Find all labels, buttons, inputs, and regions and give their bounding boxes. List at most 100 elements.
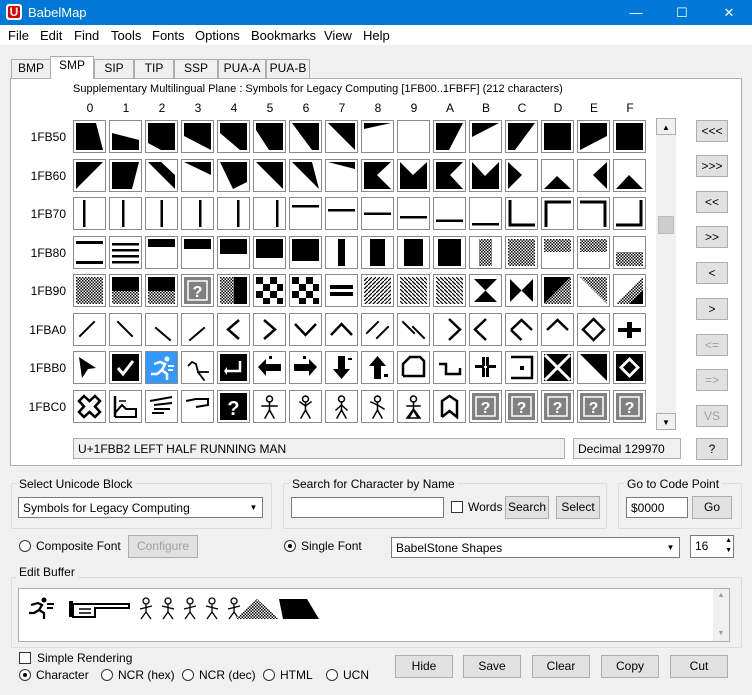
- grid-scrollbar[interactable]: ▲ ▼: [656, 118, 676, 430]
- char-cell-1FB77[interactable]: [325, 197, 358, 230]
- variation-selector-button[interactable]: VS: [696, 405, 728, 427]
- minimize-icon[interactable]: —: [613, 0, 659, 25]
- char-cell-1FB50[interactable]: [73, 120, 106, 153]
- tab-pua-b[interactable]: PUA-B: [266, 59, 310, 78]
- copy-button[interactable]: Copy: [601, 655, 659, 678]
- char-cell-1FB80[interactable]: [73, 235, 106, 269]
- tab-smp[interactable]: SMP: [50, 56, 94, 79]
- prev-bookmark-button[interactable]: <=: [696, 334, 728, 356]
- char-cell-1FBA2[interactable]: [145, 312, 178, 346]
- char-cell-1FB84[interactable]: [217, 235, 250, 269]
- tab-pua-a[interactable]: PUA-A: [218, 59, 266, 78]
- char-cell-1FBAF[interactable]: [613, 312, 646, 346]
- char-cell-1FB94[interactable]: [217, 274, 250, 307]
- char-cell-1FB66[interactable]: [289, 158, 322, 192]
- edit-buffer-scrollbar[interactable]: ▲ ▼: [713, 589, 729, 641]
- char-cell-1FBA4[interactable]: [217, 312, 250, 346]
- scroll-down-icon[interactable]: ▼: [713, 627, 729, 641]
- char-cell-1FB5B[interactable]: [469, 120, 502, 153]
- format-html-radio[interactable]: [263, 669, 275, 681]
- char-cell-1FBA7[interactable]: [325, 312, 358, 346]
- char-cell-1FBBA[interactable]: [433, 351, 466, 384]
- char-cell-1FBBD[interactable]: [541, 351, 574, 384]
- char-cell-1FBA5[interactable]: [253, 312, 286, 346]
- next-block-button[interactable]: >>: [696, 226, 728, 248]
- menu-file[interactable]: File: [8, 28, 29, 43]
- char-cell-1FB85[interactable]: [253, 235, 286, 269]
- search-button[interactable]: Search: [505, 496, 549, 519]
- char-cell-1FB5F[interactable]: [613, 120, 646, 153]
- char-cell-1FBAA[interactable]: [433, 312, 466, 346]
- char-cell-1FB98[interactable]: [361, 274, 394, 307]
- save-button[interactable]: Save: [463, 655, 521, 678]
- char-cell-1FBB6[interactable]: [289, 351, 322, 384]
- char-cell-1FBB2[interactable]: [145, 351, 178, 384]
- char-cell-1FB5A[interactable]: [433, 120, 466, 153]
- char-cell-1FBBB[interactable]: [469, 351, 502, 384]
- char-cell-1FB9C[interactable]: [505, 274, 538, 307]
- font-size-spinner[interactable]: 16 ▲ ▼: [690, 535, 734, 558]
- char-cell-1FBC1[interactable]: [109, 389, 142, 423]
- menu-edit[interactable]: Edit: [40, 28, 62, 43]
- char-cell-1FB7E[interactable]: [577, 197, 610, 230]
- char-cell-1FB60[interactable]: [73, 158, 106, 192]
- char-cell-1FBAD[interactable]: [541, 312, 574, 346]
- char-cell-1FB56[interactable]: [289, 120, 322, 153]
- font-select[interactable]: BabelStone Shapes ▼: [391, 537, 680, 558]
- char-cell-1FB81[interactable]: [109, 235, 142, 269]
- char-cell-1FB63[interactable]: [181, 158, 214, 192]
- go-button[interactable]: Go: [692, 496, 732, 519]
- cut-button[interactable]: Cut: [670, 655, 728, 678]
- words-checkbox[interactable]: [451, 501, 463, 513]
- format-ucn-radio[interactable]: [326, 669, 338, 681]
- char-cell-1FB6A[interactable]: [433, 158, 466, 192]
- next-char-button[interactable]: >: [696, 298, 728, 320]
- hide-button[interactable]: Hide: [395, 655, 453, 678]
- block-select[interactable]: Symbols for Legacy Computing ▼: [18, 497, 263, 518]
- spin-down-icon[interactable]: ▼: [725, 546, 732, 556]
- char-cell-1FB73[interactable]: [181, 197, 214, 230]
- menu-bookmarks[interactable]: Bookmarks: [251, 28, 316, 43]
- char-cell-1FB7A[interactable]: [433, 197, 466, 230]
- char-cell-1FB79[interactable]: [397, 197, 430, 230]
- last-page-button[interactable]: >>>: [696, 155, 728, 177]
- scroll-thumb[interactable]: [658, 216, 674, 234]
- char-cell-1FBCD[interactable]: ?: [541, 389, 574, 423]
- single-font-radio[interactable]: [284, 540, 296, 552]
- char-cell-1FB5E[interactable]: [577, 120, 610, 153]
- tab-tip[interactable]: TIP: [134, 59, 174, 78]
- char-cell-1FB52[interactable]: [145, 120, 178, 153]
- char-cell-1FBBF[interactable]: [613, 351, 646, 384]
- char-cell-1FBB4[interactable]: [217, 351, 250, 384]
- char-cell-1FB87[interactable]: [325, 235, 358, 269]
- char-cell-1FB9F[interactable]: [613, 274, 646, 307]
- char-cell-1FB7C[interactable]: [505, 197, 538, 230]
- char-cell-1FB8B[interactable]: [469, 235, 502, 269]
- char-cell-1FBB5[interactable]: [253, 351, 286, 384]
- scroll-down-icon[interactable]: ▼: [656, 413, 676, 430]
- char-cell-1FB86[interactable]: [289, 235, 322, 269]
- char-cell-1FBA1[interactable]: [109, 312, 142, 346]
- char-cell-1FB8D[interactable]: [541, 235, 574, 269]
- char-cell-1FB6D[interactable]: [541, 158, 574, 192]
- char-cell-1FBC4[interactable]: ?: [217, 389, 250, 423]
- char-cell-1FB5C[interactable]: [505, 120, 538, 153]
- next-bookmark-button[interactable]: =>: [696, 369, 728, 391]
- menu-help[interactable]: Help: [363, 28, 390, 43]
- char-cell-1FBCC[interactable]: ?: [505, 389, 538, 423]
- char-cell-1FB55[interactable]: [253, 120, 286, 153]
- char-cell-1FB54[interactable]: [217, 120, 250, 153]
- char-cell-1FB96[interactable]: [289, 274, 322, 307]
- char-cell-1FBA3[interactable]: [181, 312, 214, 346]
- char-cell-1FBC2[interactable]: [145, 389, 178, 423]
- char-cell-1FB7B[interactable]: [469, 197, 502, 230]
- char-cell-1FBB7[interactable]: [325, 351, 358, 384]
- char-cell-1FB8C[interactable]: [505, 235, 538, 269]
- char-cell-1FB64[interactable]: [217, 158, 250, 192]
- configure-button[interactable]: Configure: [128, 535, 198, 558]
- char-cell-1FB90[interactable]: [73, 274, 106, 307]
- char-cell-1FBA0[interactable]: [73, 312, 106, 346]
- char-cell-1FBAC[interactable]: [505, 312, 538, 346]
- char-cell-1FB7F[interactable]: [613, 197, 646, 230]
- simple-rendering-checkbox[interactable]: [19, 652, 31, 664]
